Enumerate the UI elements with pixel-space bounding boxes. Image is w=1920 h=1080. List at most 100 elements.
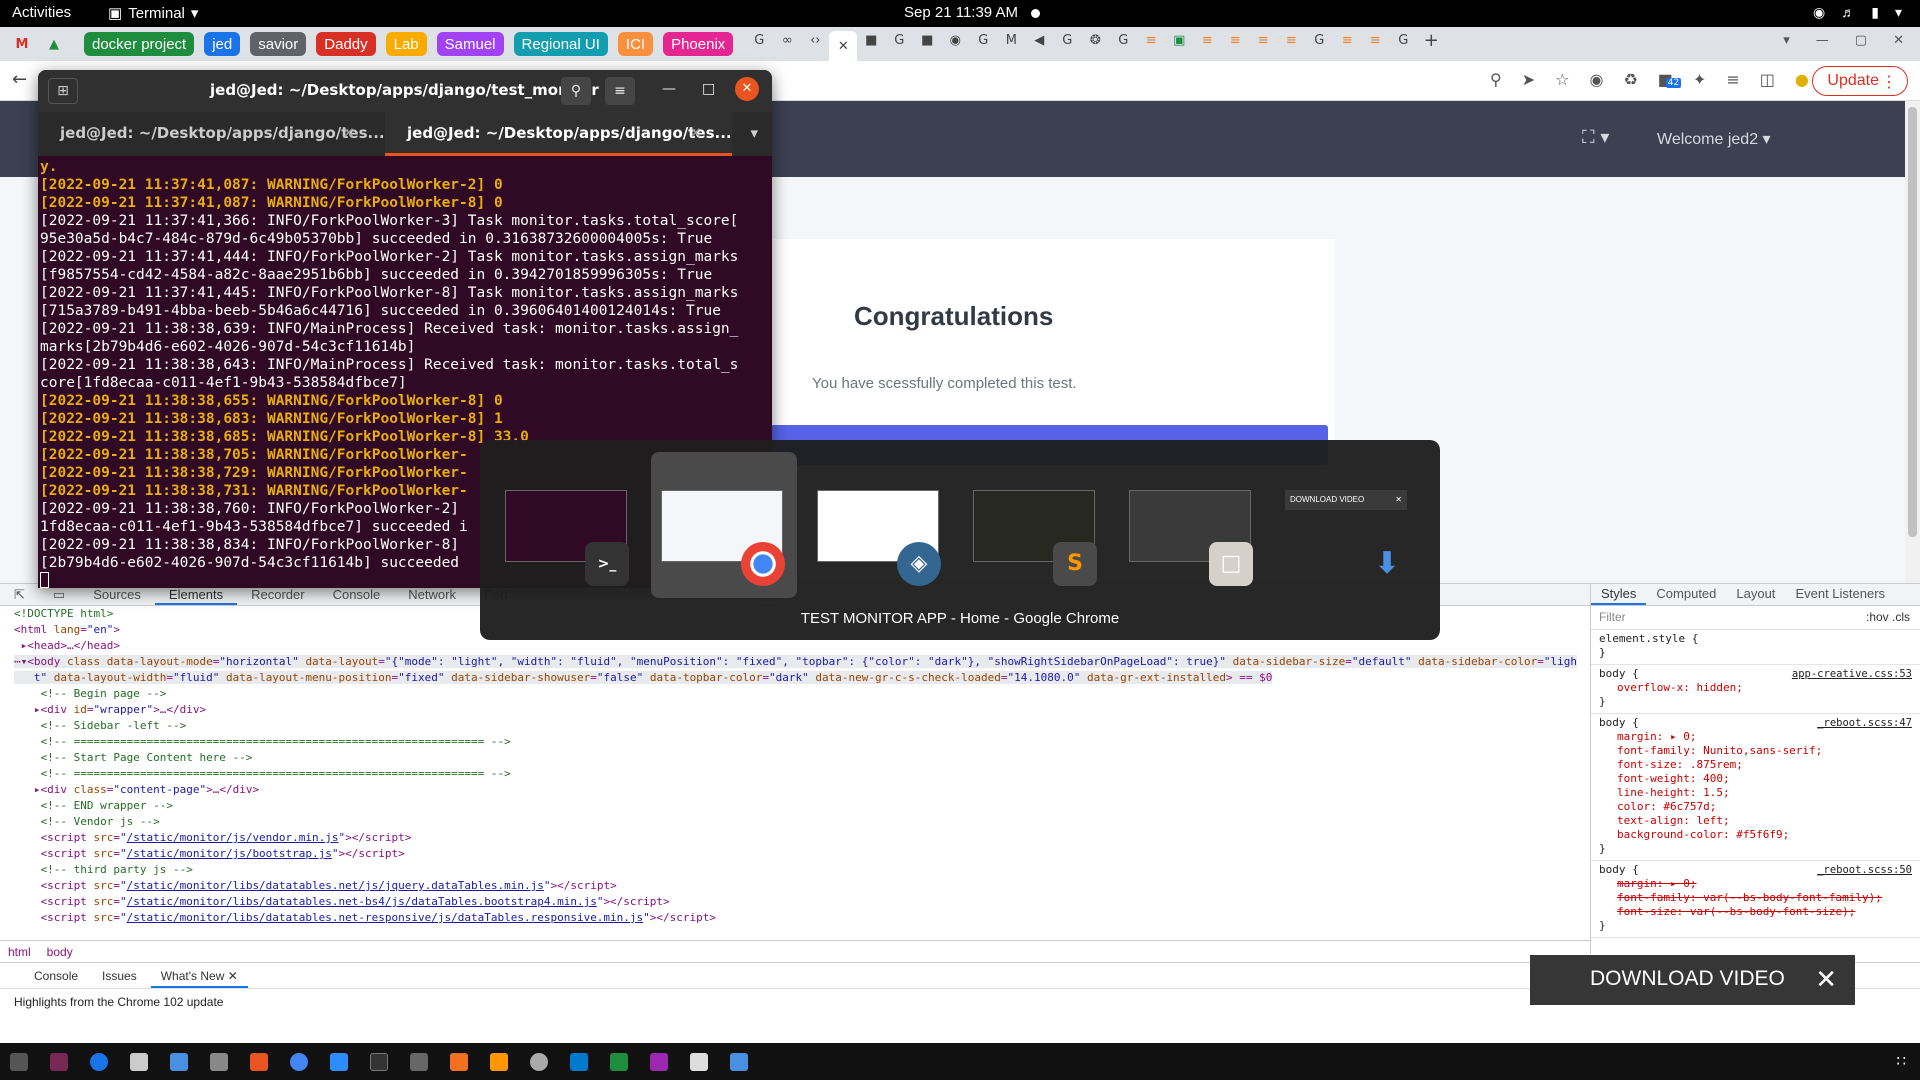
drive-tab-icon[interactable]: ▲ — [40, 31, 68, 57]
crumb-body[interactable]: body — [47, 945, 73, 959]
style-source-link[interactable]: _reboot.scss:47 — [1817, 716, 1912, 730]
style-property[interactable]: text-align: left; — [1599, 814, 1912, 828]
tab-styles[interactable]: Styles — [1591, 584, 1647, 605]
stackoverflow-tab-icon[interactable]: ≡ — [1193, 27, 1221, 53]
drawer-tab-issues[interactable]: Issues — [92, 963, 147, 988]
close-icon[interactable]: ✕ — [689, 124, 702, 142]
switcher-pgadmin[interactable]: ◈ — [807, 452, 953, 598]
new-tab-button[interactable]: ⊞ — [48, 78, 78, 104]
terminal-tab-1[interactable]: jed@Jed: ~/Desktop/apps/django/tes... ✕ — [38, 112, 385, 156]
close-button[interactable]: ✕ — [735, 77, 759, 101]
app-icon[interactable] — [650, 1052, 668, 1071]
tab-icon[interactable]: ∞ — [773, 27, 801, 53]
fullscreen-icon[interactable]: ⛶ ▾ — [1582, 127, 1609, 148]
switcher-chrome[interactable] — [651, 452, 797, 598]
chrome-icon[interactable] — [290, 1052, 308, 1071]
tab-layout[interactable]: Layout — [1726, 584, 1785, 605]
gmail-tab-icon[interactable]: M — [8, 31, 36, 57]
style-property[interactable]: overflow-x: hidden; — [1599, 681, 1912, 695]
switcher-terminal[interactable]: >_ — [495, 452, 641, 598]
minimize-button[interactable]: — — [662, 81, 676, 97]
tab-group-label[interactable]: Phoenix — [663, 32, 734, 56]
minimize-icon[interactable]: — — [1816, 33, 1829, 48]
app-icon[interactable] — [210, 1052, 228, 1071]
tab-group-label[interactable]: jed — [204, 32, 241, 56]
video-icon[interactable] — [330, 1052, 348, 1071]
help-icon[interactable] — [90, 1052, 108, 1071]
app-icon[interactable] — [530, 1052, 548, 1071]
tab-icon[interactable]: ▣ — [1165, 27, 1193, 53]
tab-group-label[interactable]: savior — [250, 32, 307, 56]
tab-icon[interactable]: M — [997, 27, 1025, 53]
app-grid-icon[interactable]: ∷ — [1896, 1052, 1906, 1070]
style-property[interactable]: margin: ▸ 0; — [1599, 730, 1912, 744]
style-property[interactable]: background-color: #f5f6f9; — [1599, 828, 1912, 842]
reading-list-icon[interactable]: ≡ — [1726, 70, 1739, 89]
style-rule[interactable]: app-creative.css:53 body {overflow-x: hid… — [1591, 665, 1920, 714]
style-property[interactable]: line-height: 1.5; — [1599, 786, 1912, 800]
google-tab-icon[interactable]: G — [745, 27, 773, 53]
app-icon[interactable] — [410, 1052, 428, 1071]
style-rule[interactable]: element.style {} — [1591, 630, 1920, 665]
google-tab-icon[interactable]: G — [969, 27, 997, 53]
filter-tools[interactable]: :hov .cls — [1866, 610, 1910, 624]
tab-icon[interactable]: ❂ — [1081, 27, 1109, 53]
zoom-icon[interactable]: ⚲ — [1490, 70, 1502, 89]
elements-tree[interactable]: <!DOCTYPE html> <html lang="en"> ▸<head>… — [0, 606, 1590, 954]
switcher-sublime[interactable]: S — [963, 452, 1109, 598]
download-video-overlay[interactable]: DOWNLOAD VIDEO ✕ — [1530, 955, 1855, 1005]
app-icon[interactable] — [690, 1052, 708, 1071]
tab-group-label[interactable]: Lab — [385, 32, 427, 56]
extension-badge-icon[interactable]: ■42 — [1658, 70, 1682, 89]
drawer-tab-whats-new[interactable]: What's New ✕ — [150, 963, 248, 988]
terminal-icon[interactable] — [370, 1052, 388, 1071]
system-tray[interactable]: ◉ ♬ ▮ ▾ — [1813, 4, 1902, 21]
close-icon[interactable]: ✕ — [228, 969, 238, 983]
back-icon[interactable]: ← — [12, 69, 27, 90]
switcher-files[interactable]: □ — [1119, 452, 1265, 598]
extension-icon[interactable]: ◉ — [1589, 70, 1603, 89]
close-icon[interactable]: ✕ — [1893, 33, 1904, 48]
style-property[interactable]: font-family: Nunito,sans-serif; — [1599, 744, 1912, 758]
switcher-download-video[interactable]: DOWNLOAD VIDEO ✕ ⬇ — [1275, 452, 1421, 598]
style-property[interactable]: margin: ▸ 0; — [1599, 877, 1912, 891]
stackoverflow-tab-icon[interactable]: ≡ — [1333, 27, 1361, 53]
show-desktop-icon[interactable] — [10, 1052, 28, 1071]
tab-icon[interactable]: ■ — [913, 27, 941, 53]
filter-input[interactable]: Filter — [1599, 610, 1626, 624]
update-button[interactable]: Update ⋮ — [1812, 66, 1908, 96]
stackoverflow-tab-icon[interactable]: ≡ — [1221, 27, 1249, 53]
app-menu[interactable]: ▣ Terminal ▾ — [108, 4, 198, 23]
crumb-html[interactable]: html — [8, 945, 31, 959]
vscode-icon[interactable] — [570, 1052, 588, 1071]
google-tab-icon[interactable]: G — [1389, 27, 1417, 53]
tab-event-listeners[interactable]: Event Listeners — [1785, 584, 1895, 605]
side-panel-icon[interactable]: ◫ — [1760, 70, 1775, 89]
drawer-tab-console[interactable]: Console — [24, 963, 88, 988]
google-tab-icon[interactable]: G — [1053, 27, 1081, 53]
bookmark-star-icon[interactable]: ☆ — [1555, 70, 1569, 89]
menu-button[interactable]: ≡ — [605, 77, 635, 105]
google-tab-icon[interactable]: G — [885, 27, 913, 53]
extension-icon[interactable]: ♻ — [1623, 70, 1637, 89]
profile-avatar[interactable]: ● — [1795, 70, 1809, 89]
style-rule[interactable]: _reboot.scss:47 body {margin: ▸ 0; font-fa… — [1591, 714, 1920, 861]
close-icon[interactable]: ✕ — [342, 124, 355, 142]
app-icon[interactable] — [450, 1052, 468, 1071]
tab-group-label[interactable]: Regional UI — [513, 32, 608, 56]
tab-icon[interactable]: ◉ — [941, 27, 969, 53]
activities-button[interactable]: Activities — [12, 4, 71, 21]
styles-filter[interactable]: Filter :hov .cls — [1591, 606, 1920, 630]
restore-icon[interactable]: ▢ — [1855, 33, 1867, 48]
user-menu[interactable]: Welcome jed2 ▾ — [1657, 129, 1771, 149]
style-property[interactable]: font-size: .875rem; — [1599, 758, 1912, 772]
maximize-button[interactable]: □ — [702, 81, 715, 97]
terminal-tab-2[interactable]: jed@Jed: ~/Desktop/apps/django/tes... ✕ — [385, 112, 732, 156]
tab-computed[interactable]: Computed — [1646, 584, 1726, 605]
google-tab-icon[interactable]: G — [1305, 27, 1333, 53]
sublime-text-icon[interactable] — [490, 1052, 508, 1071]
style-source-link[interactable]: app-creative.css:53 — [1792, 667, 1912, 681]
tab-group-label[interactable]: Daddy — [316, 32, 376, 56]
new-tab-icon[interactable]: + — [1417, 27, 1445, 53]
tab-group-label[interactable]: Samuel — [436, 32, 504, 56]
